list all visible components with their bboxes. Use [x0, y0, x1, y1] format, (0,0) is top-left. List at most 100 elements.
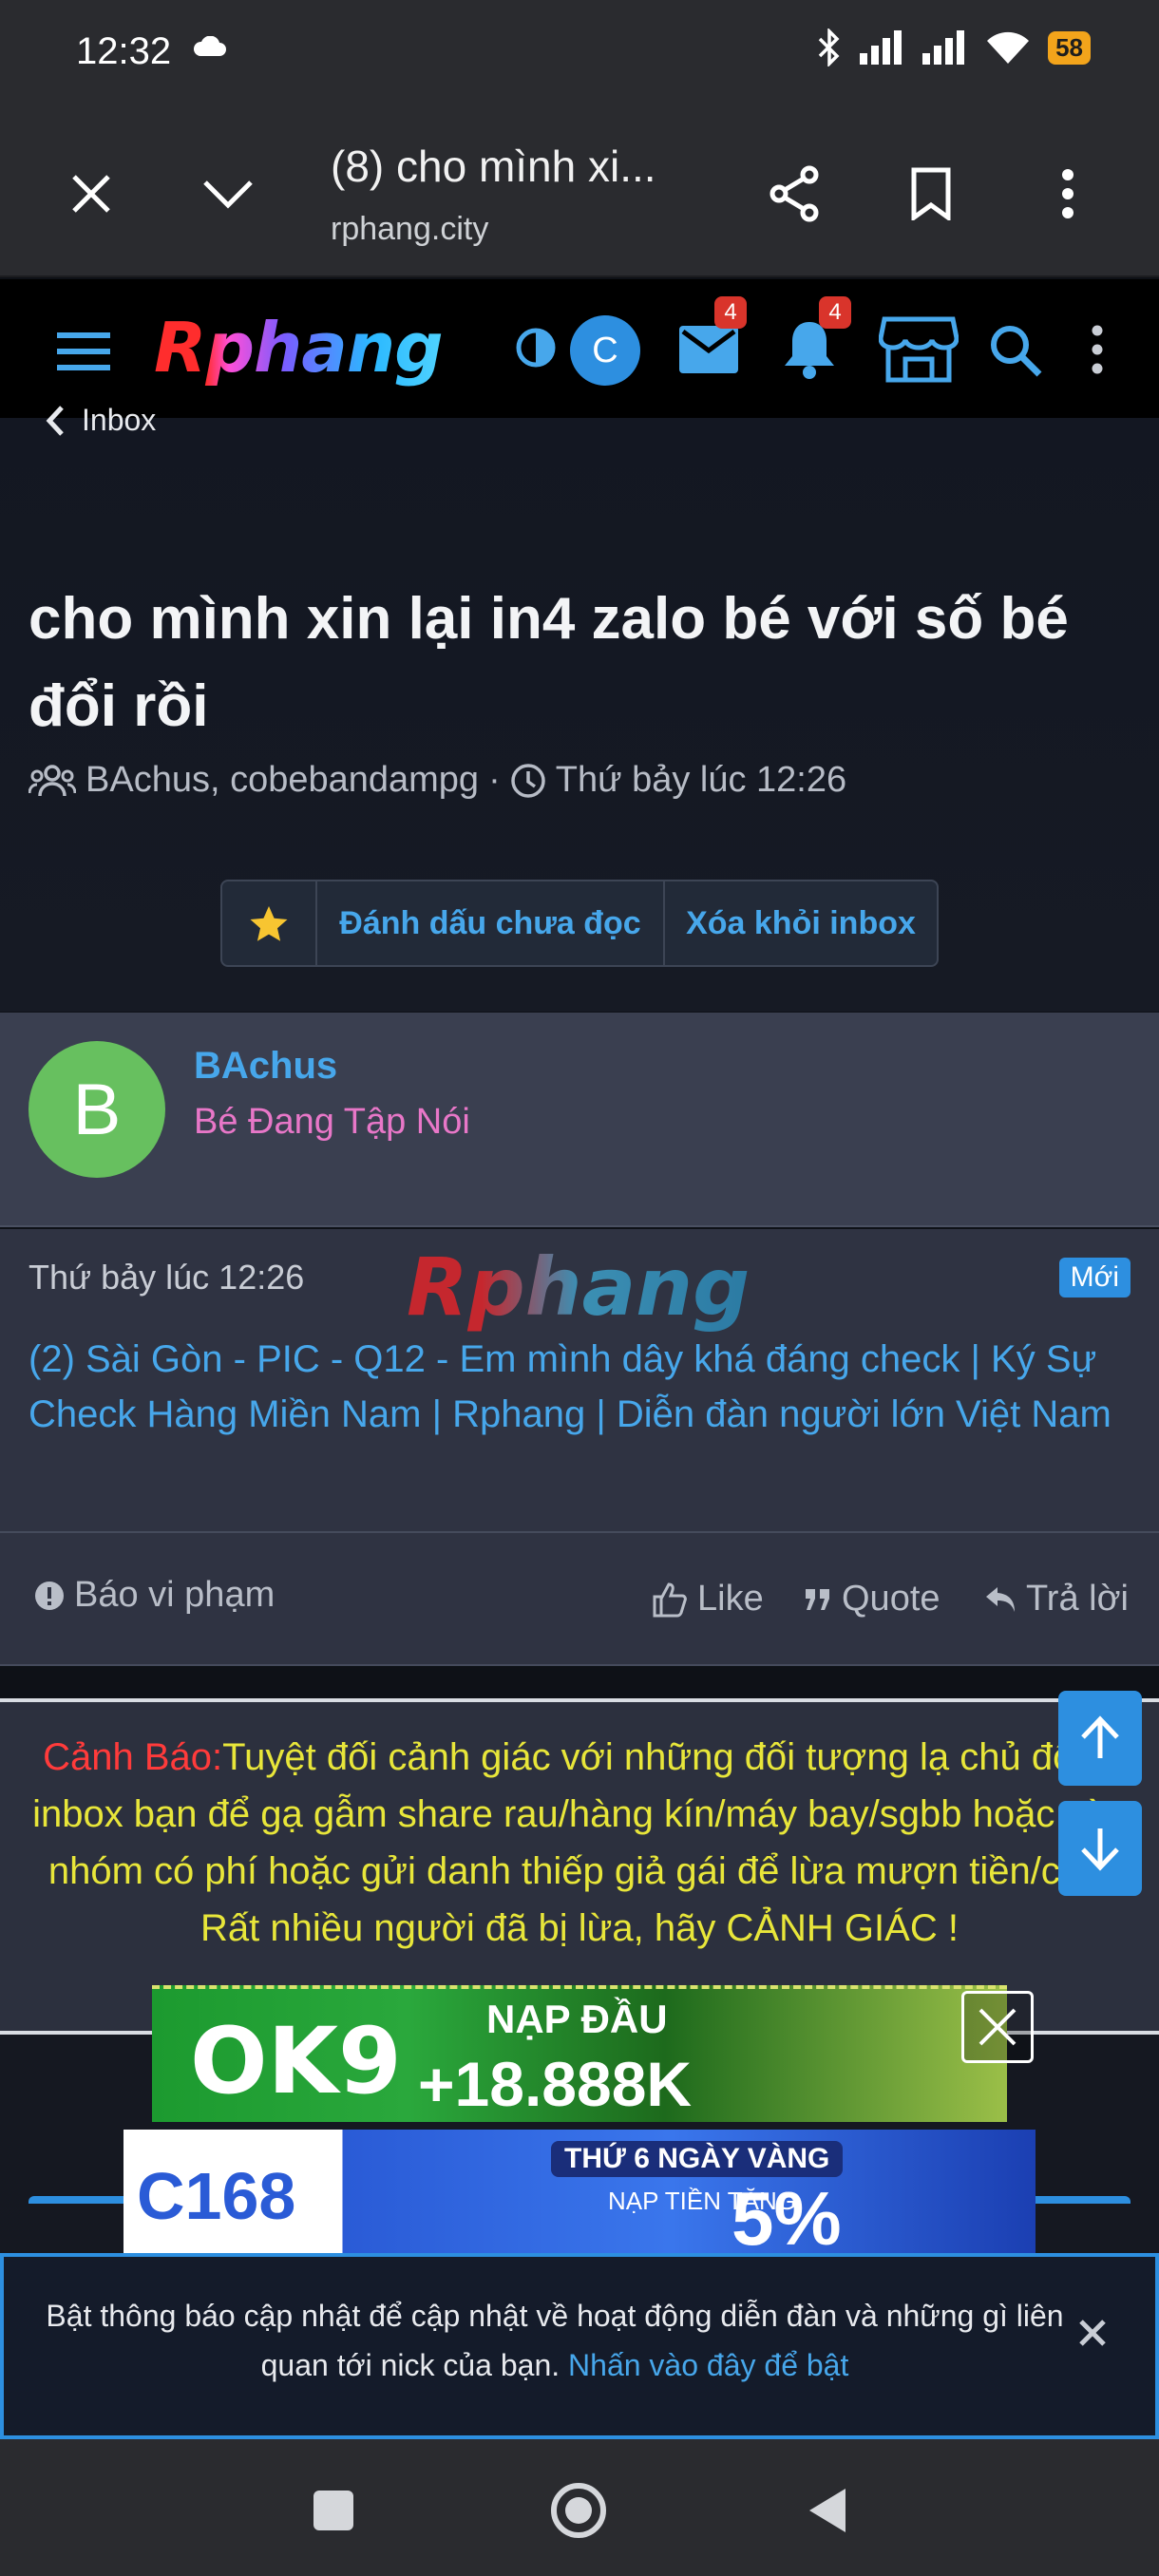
share-icon — [770, 165, 819, 222]
minimize-button[interactable] — [190, 156, 266, 232]
meta-separator: · — [488, 760, 501, 800]
thread-date: Thứ bảy lúc 12:26 — [555, 760, 847, 800]
system-nav-bar — [0, 2439, 1159, 2576]
reply-label: Trả lời — [1026, 1579, 1129, 1619]
browser-toolbar: (8) cho mình xi... rphang.city — [0, 104, 1159, 277]
report-button[interactable]: Báo vi phạm — [34, 1575, 275, 1616]
ad2-line1: THỨ 6 NGÀY VÀNG — [551, 2141, 844, 2177]
search-icon — [991, 326, 1042, 377]
enable-notifications-link[interactable]: Nhấn vào đây để bật — [568, 2348, 848, 2382]
contrast-icon — [516, 328, 556, 368]
home-circle-icon — [551, 2483, 606, 2538]
cloud-icon — [194, 36, 226, 56]
theme-toggle[interactable] — [509, 321, 562, 374]
scroll-top-button[interactable] — [1058, 1691, 1142, 1786]
like-button[interactable]: Like — [652, 1579, 764, 1619]
inbox-button[interactable] — [676, 321, 741, 378]
chevron-down-icon — [203, 180, 253, 209]
quote-icon — [806, 1588, 829, 1610]
mark-unread-button[interactable]: Đánh dấu chưa đọc — [317, 881, 665, 965]
chevron-left-icon — [46, 405, 64, 436]
thread-meta: BAchus, cobebandampg · Thứ bảy lúc 12:26 — [28, 760, 846, 801]
avatar-initial: B — [72, 1069, 122, 1150]
ad-banner-ok9[interactable]: OK9 NẠP ĐẦU +18.888K — [152, 1985, 1007, 2122]
account-avatar[interactable]: C — [570, 315, 640, 386]
clock-icon — [510, 763, 545, 798]
scroll-bottom-button[interactable] — [1058, 1801, 1142, 1896]
signal-icon-2 — [922, 30, 965, 65]
arrow-down-icon — [1081, 1828, 1119, 1871]
breadcrumb-label: Inbox — [82, 403, 157, 437]
ad2-logo: C168 — [137, 2159, 296, 2233]
status-bar: 12:32 58 — [0, 0, 1159, 104]
back-triangle-icon — [809, 2489, 846, 2532]
alert-icon — [35, 1581, 64, 1610]
close-icon — [1079, 2320, 1106, 2346]
store-button[interactable] — [878, 313, 960, 386]
back-button[interactable] — [794, 2477, 861, 2544]
share-button[interactable] — [756, 156, 832, 232]
ad1-line1: NẠP ĐẦU — [486, 1997, 668, 2041]
message-actions: Báo vi phạm Like Quote Trả lời — [0, 1533, 1159, 1666]
watermark-text: Rphang — [407, 1241, 750, 1334]
more-menu-button[interactable] — [1030, 156, 1106, 232]
clock: 12:32 — [76, 30, 172, 72]
home-button[interactable] — [545, 2477, 612, 2544]
quote-label: Quote — [842, 1579, 940, 1619]
star-button[interactable] — [222, 881, 317, 965]
signal-icon — [860, 30, 902, 65]
more-vertical-icon — [1062, 169, 1074, 218]
warning-text-block: Cảnh Báo:Tuyệt đối cảnh giác với những đ… — [0, 1729, 1159, 1957]
ad1-logo: OK9 — [190, 2008, 402, 2114]
notice-close-button[interactable] — [1070, 2310, 1115, 2356]
avatar[interactable]: B — [28, 1041, 165, 1178]
bell-icon — [785, 322, 834, 379]
message-body: Thứ bảy lúc 12:26 Rphang Mới (2) Sài Gòn… — [0, 1229, 1159, 1533]
page-url: rphang.city — [331, 211, 489, 247]
message-date[interactable]: Thứ bảy lúc 12:26 — [28, 1258, 304, 1297]
notice-text-block: Bật thông báo cập nhật để cập nhật về ho… — [42, 2291, 1068, 2390]
alerts-count-badge: 4 — [819, 296, 851, 329]
notice-text: Bật thông báo cập nhật để cập nhật về ho… — [46, 2299, 1064, 2382]
wifi-icon — [987, 31, 1030, 64]
ad1-line2: +18.888K — [418, 2049, 693, 2119]
reply-icon — [986, 1586, 1015, 1612]
users-icon — [28, 764, 76, 796]
close-tab-button[interactable] — [53, 156, 129, 232]
author-name[interactable]: BAchus — [194, 1045, 337, 1088]
avatar-letter: C — [592, 330, 618, 370]
remove-from-inbox-button[interactable]: Xóa khỏi inbox — [665, 881, 937, 965]
like-label: Like — [697, 1579, 764, 1619]
logo-text: Rphang — [154, 308, 444, 388]
ad-close-button[interactable] — [961, 1991, 1034, 2063]
quote-button[interactable]: Quote — [804, 1579, 940, 1619]
watermark-logo: Rphang — [407, 1241, 750, 1334]
square-icon — [314, 2491, 353, 2530]
ad2-line3: 5% — [732, 2176, 842, 2253]
reply-button[interactable]: Trả lời — [984, 1579, 1129, 1619]
breadcrumb[interactable]: Inbox — [46, 403, 156, 438]
close-icon — [72, 175, 110, 213]
report-label: Báo vi phạm — [74, 1575, 276, 1615]
warning-text-2: Rất nhiều người đã bị lừa, hãy CẢNH GIÁC… — [200, 1907, 959, 1949]
thumbs-up-icon — [653, 1582, 687, 1617]
new-badge: Mới — [1058, 1258, 1130, 1297]
ad-banner-c168[interactable]: C168 THỨ 6 NGÀY VÀNG NẠP TIỀN TẶNG 5% — [124, 2130, 1036, 2253]
page-title: (8) cho mình xi... — [331, 142, 656, 191]
push-notification-banner: Bật thông báo cập nhật để cập nhật về ho… — [0, 2253, 1159, 2439]
bookmark-icon — [911, 167, 951, 220]
search-button[interactable] — [984, 319, 1047, 382]
store-icon — [879, 316, 959, 383]
site-logo[interactable]: Rphang — [154, 308, 444, 388]
scam-warning: Cảnh Báo:Tuyệt đối cảnh giác với những đ… — [0, 1698, 1159, 2035]
author-user-title: Bé Đang Tập Nói — [194, 1102, 470, 1142]
arrow-up-icon — [1081, 1715, 1119, 1758]
bookmark-button[interactable] — [893, 156, 969, 232]
recents-button[interactable] — [300, 2477, 367, 2544]
participants: BAchus, cobebandampg — [86, 760, 480, 800]
battery-indicator: 58 — [1048, 30, 1091, 65]
message-link[interactable]: (2) Sài Gòn - PIC - Q12 - Em mình dây kh… — [28, 1332, 1140, 1442]
site-more-button[interactable] — [1083, 321, 1112, 378]
nav-menu-button[interactable] — [53, 321, 114, 382]
mail-icon — [679, 326, 738, 373]
